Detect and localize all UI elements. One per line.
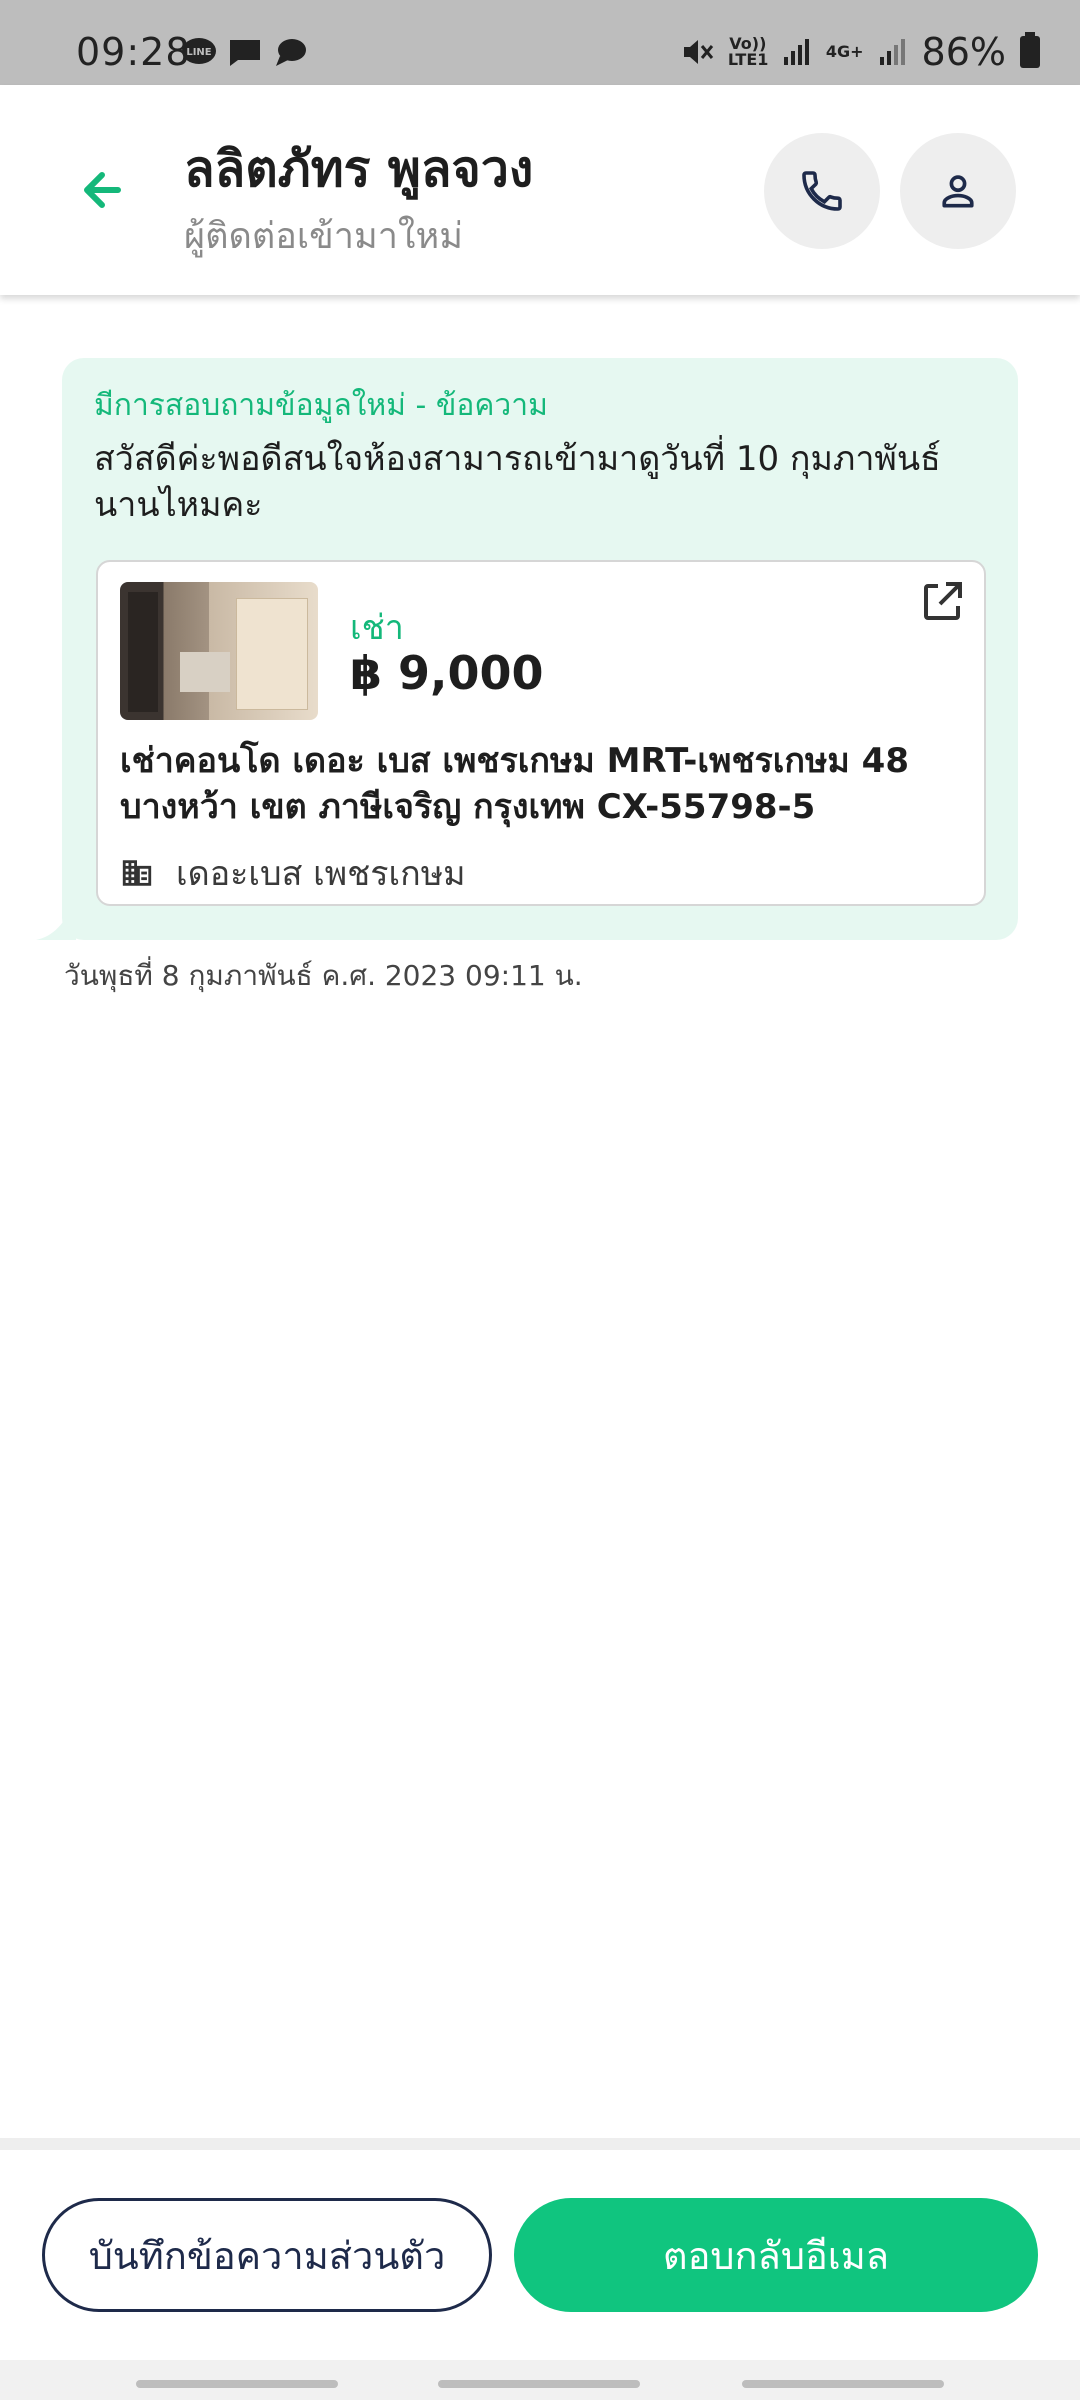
network-label: 4G+	[825, 42, 864, 61]
message-bubble: มีการสอบถามข้อมูลใหม่ - ข้อความ สวัสดีค่…	[62, 358, 1018, 940]
status-indicators: Vo)) LTE1 4G+ 86%	[680, 30, 1040, 74]
nav-recents[interactable]	[136, 2380, 338, 2388]
nav-back[interactable]	[742, 2380, 944, 2388]
listing-card[interactable]: เช่า ฿ 9,000 เช่าคอนโด เดอะ เบส เพชรเกษม…	[96, 560, 986, 906]
project-row: เดอะเบส เพชรเกษม	[120, 846, 466, 900]
signal-icon	[783, 39, 809, 65]
arrow-left-icon	[84, 172, 121, 208]
person-icon	[942, 175, 974, 208]
contact-status: ผู้ติดต่อเข้ามาใหม่	[184, 216, 463, 257]
phone-icon	[802, 171, 842, 211]
system-nav-bar	[0, 2360, 1080, 2400]
back-button[interactable]	[70, 155, 140, 225]
status-time: 09:28	[76, 30, 191, 74]
message-timestamp: วันพุธที่ 8 กุมภาพันธ์ ค.ศ. 2023 09:11 น…	[64, 959, 583, 992]
open-listing-button[interactable]	[918, 578, 966, 626]
contact-profile-button[interactable]	[900, 133, 1016, 249]
call-button[interactable]	[764, 133, 880, 249]
notification-icons: LINE	[180, 36, 310, 68]
chat-bubble-icon	[276, 39, 306, 66]
message-text: สวัสดีค่ะพอดีสนใจห้องสามารถเข้ามาดูวันที…	[94, 439, 941, 525]
battery-icon	[1020, 32, 1040, 68]
contact-name: ลลิตภัทร พูลจวง	[184, 140, 534, 198]
line-app-icon: LINE	[182, 38, 216, 64]
nav-home[interactable]	[438, 2380, 640, 2388]
svg-text:LINE: LINE	[186, 47, 211, 58]
listing-thumbnail	[120, 582, 318, 720]
battery-percent: 86%	[921, 30, 1006, 74]
private-note-button[interactable]: บันทึกข้อความส่วนตัว	[42, 2198, 492, 2312]
building-icon	[122, 860, 152, 886]
volte-label: Vo)) LTE1	[727, 34, 769, 69]
message-icon	[230, 40, 260, 66]
listing-price: ฿ 9,000	[350, 646, 544, 700]
action-bar: บันทึกข้อความส่วนตัว ตอบกลับอีเมล	[0, 2150, 1080, 2360]
listing-title: เช่าคอนโด เดอะ เบส เพชรเกษม MRT-เพชรเกษม…	[120, 741, 909, 827]
bottom-divider	[0, 2138, 1080, 2150]
external-link-icon	[924, 582, 962, 620]
project-name: เดอะเบส เพชรเกษม	[176, 854, 466, 894]
status-bar: 09:28 LINE Vo)) LTE1 4G+ 86%	[0, 0, 1080, 85]
conversation-header: ลลิตภัทร พูลจวง ผู้ติดต่อเข้ามาใหม่	[0, 85, 1080, 295]
mute-icon	[683, 40, 714, 64]
inquiry-label: มีการสอบถามข้อมูลใหม่ - ข้อความ	[94, 388, 548, 423]
signal-icon-2	[879, 39, 905, 65]
reply-email-button[interactable]: ตอบกลับอีเมล	[514, 2198, 1038, 2312]
